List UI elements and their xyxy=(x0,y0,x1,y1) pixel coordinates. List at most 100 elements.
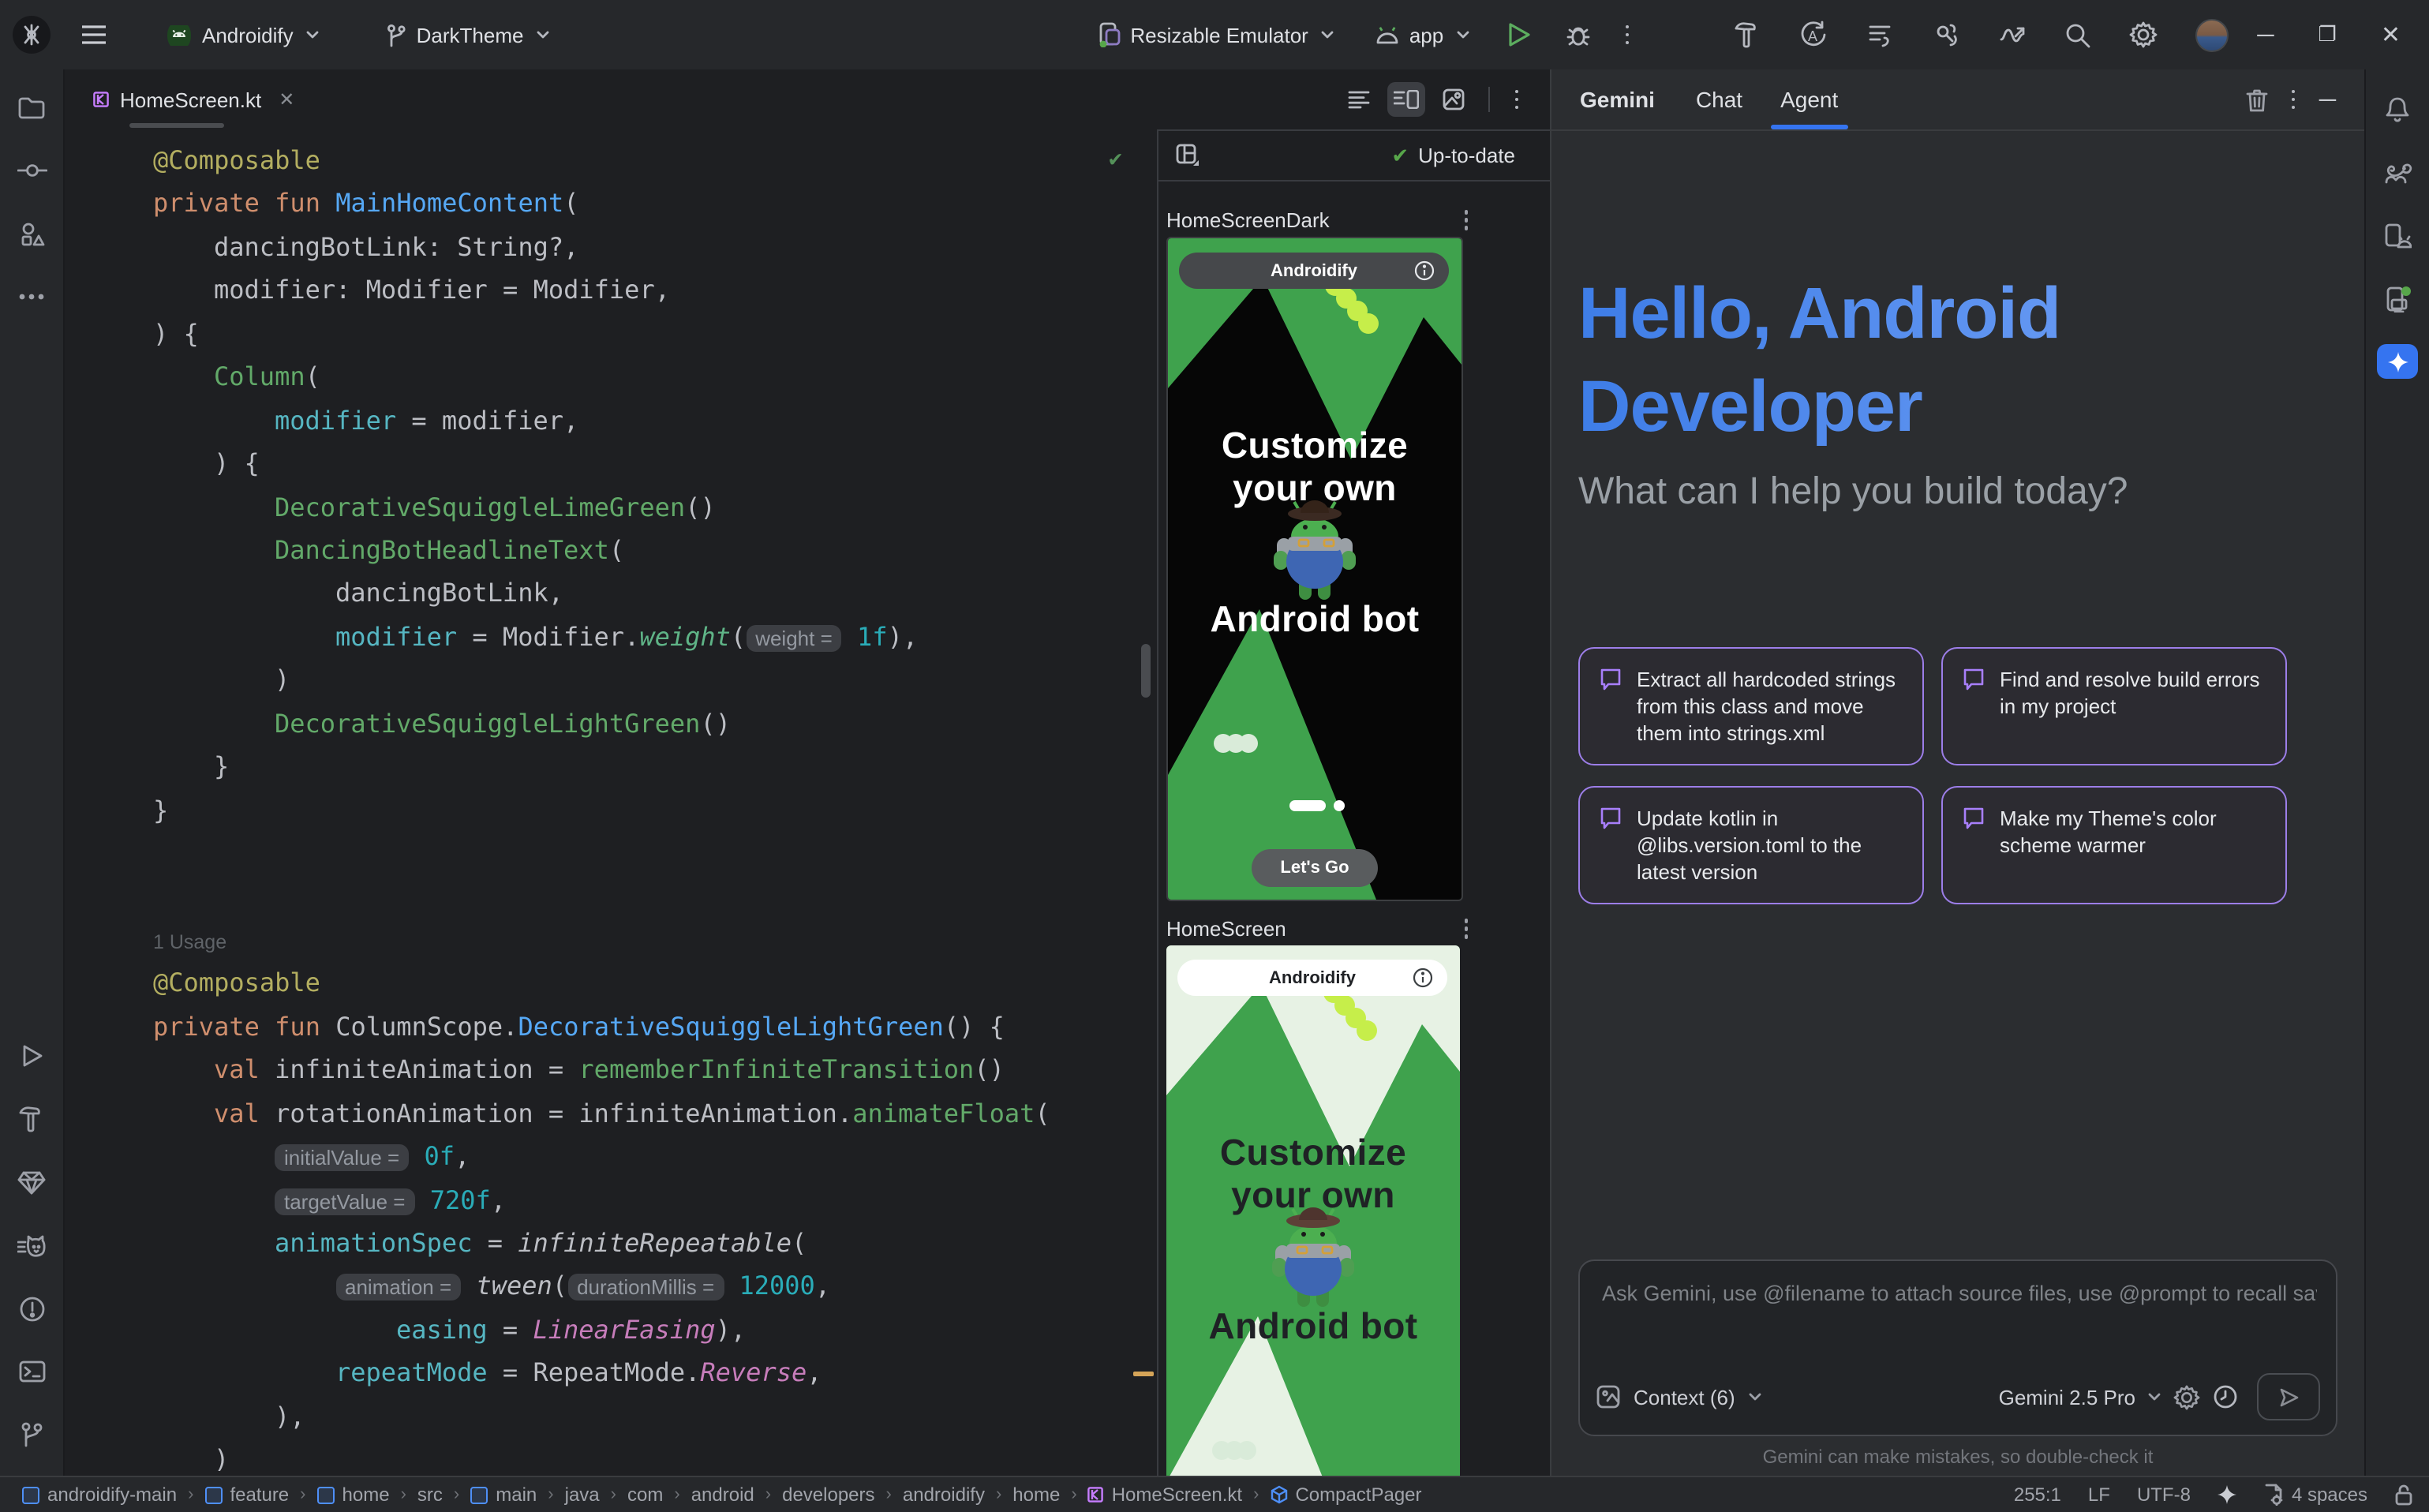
breadcrumb-item[interactable]: feature xyxy=(204,1484,289,1506)
inspection-status-icon[interactable]: ✔ xyxy=(1109,147,1122,172)
logcat-button[interactable] xyxy=(1866,21,1894,49)
run-button[interactable] xyxy=(1497,22,1540,47)
gemini-rail-button[interactable] xyxy=(2375,339,2420,384)
editor-scrollbar[interactable] xyxy=(1141,644,1151,698)
more-tool-windows-button[interactable] xyxy=(9,275,54,319)
breadcrumb-item[interactable]: androidify-main xyxy=(22,1484,177,1506)
code-line[interactable] xyxy=(153,875,1157,919)
gemini-options-icon[interactable] xyxy=(2292,90,2296,110)
breadcrumb-item[interactable]: android xyxy=(691,1484,754,1506)
breadcrumb-item[interactable]: CompactPager xyxy=(1270,1484,1421,1506)
tab-homescreen-kt[interactable]: HomeScreen.kt ✕ xyxy=(77,69,310,129)
debug-button[interactable] xyxy=(1555,22,1600,47)
running-devices-button[interactable] xyxy=(2375,276,2420,320)
line-ending[interactable]: LF xyxy=(2088,1484,2110,1506)
run-tool-button[interactable] xyxy=(9,1034,54,1078)
close-window-button[interactable]: ✕ xyxy=(2381,21,2401,49)
minimize-window-button[interactable]: ─ xyxy=(2257,21,2274,48)
breadcrumb-item[interactable]: java xyxy=(565,1484,600,1506)
code-line[interactable] xyxy=(153,832,1157,875)
lock-icon[interactable] xyxy=(2394,1484,2413,1506)
run-configuration-selector[interactable]: app xyxy=(1362,17,1481,53)
breadcrumb-item[interactable]: HomeScreen.kt xyxy=(1088,1484,1242,1506)
logcat-tool-button[interactable] xyxy=(9,1223,54,1267)
breadcrumb-item[interactable]: com xyxy=(627,1484,663,1506)
device-selector[interactable]: Resizable Emulator xyxy=(1084,16,1345,54)
app-quality-insights-tool-button[interactable] xyxy=(9,1160,54,1204)
indent-setting[interactable]: 4 spaces xyxy=(2263,1484,2367,1506)
code-line[interactable]: modifier = modifier, xyxy=(153,399,1157,442)
terminal-tool-button[interactable] xyxy=(9,1349,54,1394)
code-line[interactable]: private fun ColumnScope.DecorativeSquigg… xyxy=(153,1005,1157,1049)
code-line[interactable]: dancingBotLink, xyxy=(153,572,1157,616)
code-line[interactable]: ), xyxy=(153,1394,1157,1438)
info-icon[interactable] xyxy=(1414,260,1435,281)
tab-chat[interactable]: Chat xyxy=(1696,69,1742,129)
attach-image-icon[interactable] xyxy=(1596,1384,1621,1409)
breadcrumb-item[interactable]: home xyxy=(317,1484,390,1506)
history-icon[interactable] xyxy=(2213,1384,2238,1409)
breadcrumb-item[interactable]: src xyxy=(417,1484,443,1506)
tab-close-icon[interactable]: ✕ xyxy=(279,88,294,110)
breadcrumb-item[interactable]: androidify xyxy=(903,1484,985,1506)
tab-agent[interactable]: Agent xyxy=(1780,69,1838,129)
preview-menu-icon[interactable] xyxy=(1464,919,1468,939)
code-line[interactable]: ) { xyxy=(153,313,1157,356)
settings-button[interactable] xyxy=(2129,21,2158,49)
hide-panel-icon[interactable]: ─ xyxy=(2319,86,2336,113)
design-view-button[interactable] xyxy=(1434,82,1472,117)
code-line[interactable]: modifier = Modifier.weight(weight = 1f), xyxy=(153,616,1157,659)
restore-window-button[interactable]: ❐ xyxy=(2319,22,2337,47)
breadcrumb-item[interactable]: main xyxy=(470,1484,537,1506)
suggestion-card[interactable]: Find and resolve build errors in my proj… xyxy=(1941,647,2287,765)
build-button[interactable] xyxy=(1733,21,1761,49)
gemini-prompt-box[interactable]: Context (6) Gemini 2.5 Pro xyxy=(1578,1259,2337,1436)
code-line[interactable]: targetValue = 720f, xyxy=(153,1178,1157,1222)
code-line[interactable]: DancingBotHeadlineText( xyxy=(153,529,1157,572)
code-line[interactable]: modifier: Modifier = Modifier, xyxy=(153,269,1157,313)
suggestion-card[interactable]: Make my Theme's color scheme warmer xyxy=(1941,786,2287,904)
device-manager-button[interactable] xyxy=(2375,213,2420,257)
file-encoding[interactable]: UTF-8 xyxy=(2137,1484,2191,1506)
notifications-button[interactable] xyxy=(2375,87,2420,131)
code-line[interactable]: } xyxy=(153,788,1157,832)
code-line[interactable]: animation = tween(durationMillis = 12000… xyxy=(153,1265,1157,1308)
search-everywhere-button[interactable] xyxy=(2064,21,2091,48)
code-line[interactable]: val infiniteAnimation = rememberInfinite… xyxy=(153,1048,1157,1091)
caret-position[interactable]: 255:1 xyxy=(2014,1484,2061,1506)
info-icon[interactable] xyxy=(1413,967,1433,988)
lets-go-button[interactable]: Let's Go xyxy=(1252,849,1378,887)
code-view-button[interactable] xyxy=(1339,82,1377,117)
build-tool-button[interactable] xyxy=(9,1097,54,1141)
preview-homescreendark[interactable]: Customize your own Android bot xyxy=(1166,237,1463,901)
project-tool-button[interactable] xyxy=(9,85,54,129)
app-inspection-button[interactable] xyxy=(1932,21,1960,49)
context-selector[interactable]: Context (6) xyxy=(1634,1385,1762,1409)
code-line[interactable]: ) xyxy=(153,659,1157,702)
code-line[interactable]: @Composable xyxy=(153,962,1157,1005)
user-avatar[interactable] xyxy=(2195,18,2229,51)
code-line[interactable]: repeatMode = RepeatMode.Reverse, xyxy=(153,1352,1157,1395)
preview-homescreen[interactable]: Customize your own Android bot xyxy=(1166,945,1460,1476)
code-line[interactable]: DecorativeSquiggleLimeGreen() xyxy=(153,485,1157,529)
clear-chat-icon[interactable] xyxy=(2246,88,2268,111)
resource-manager-tool-button[interactable] xyxy=(9,211,54,256)
code-line[interactable]: dancingBotLink: String?, xyxy=(153,226,1157,269)
gemini-prompt-input[interactable] xyxy=(1599,1274,2320,1312)
preview-menu-icon[interactable] xyxy=(1464,211,1468,230)
code-line[interactable]: ) { xyxy=(153,442,1157,485)
suggestion-card[interactable]: Update kotlin in @libs.version.toml to t… xyxy=(1578,786,1924,904)
suggestion-card[interactable]: Extract all hardcoded strings from this … xyxy=(1578,647,1924,765)
gemini-settings-icon[interactable] xyxy=(2173,1383,2200,1410)
breadcrumb-item[interactable]: home xyxy=(1012,1484,1060,1506)
commit-tool-button[interactable] xyxy=(9,148,54,193)
code-line[interactable]: 1 Usage xyxy=(153,919,1157,962)
preview-layout-icon[interactable] xyxy=(1176,144,1200,167)
split-view-button[interactable] xyxy=(1387,82,1424,117)
code-line[interactable]: easing = LinearEasing), xyxy=(153,1308,1157,1352)
code-line[interactable]: val rotationAnimation = infiniteAnimatio… xyxy=(153,1091,1157,1135)
code-line[interactable]: initialValue = 0f, xyxy=(153,1135,1157,1178)
code-line[interactable]: private fun MainHomeContent( xyxy=(153,182,1157,226)
model-selector[interactable]: Gemini 2.5 Pro xyxy=(1999,1385,2161,1409)
code-line[interactable]: @Composable xyxy=(153,139,1157,182)
